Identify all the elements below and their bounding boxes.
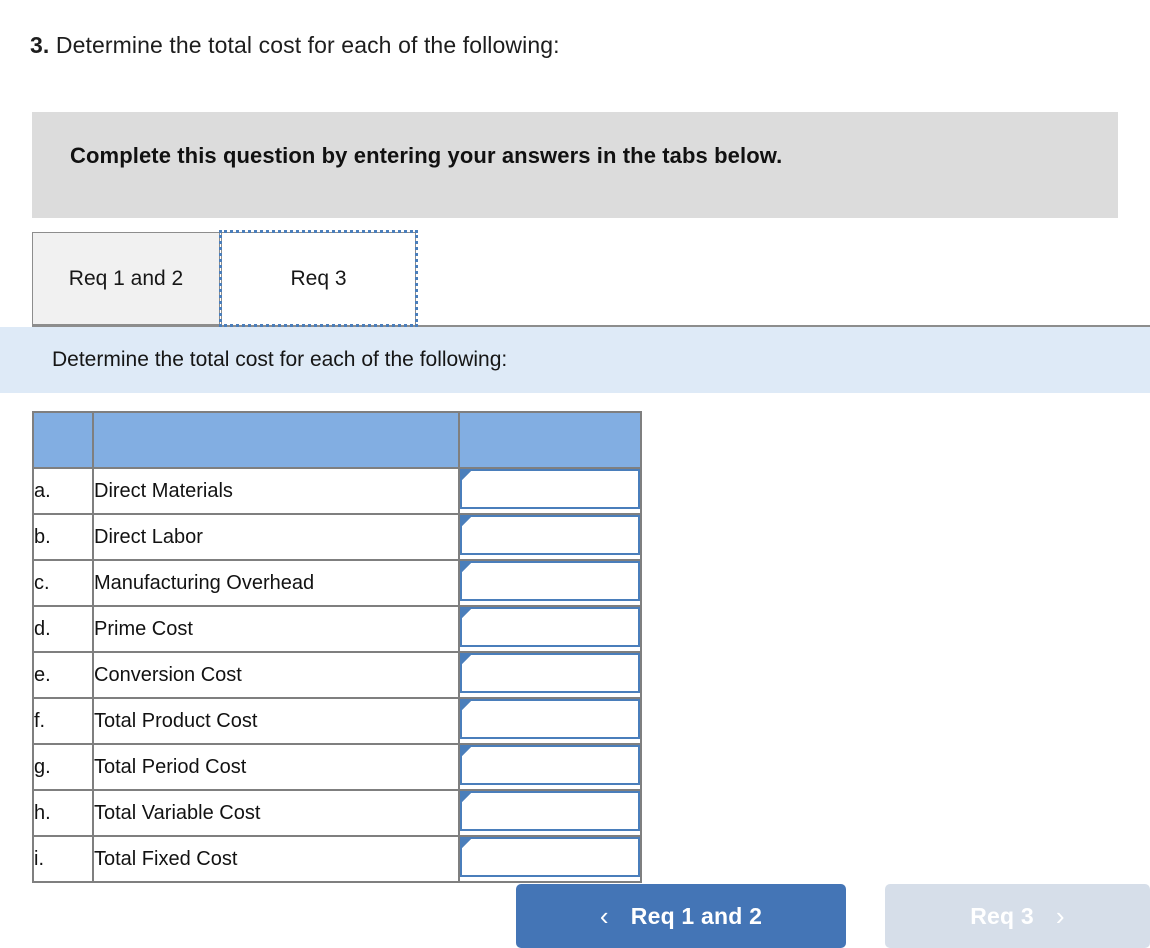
row-label-conversion-cost: Conversion Cost [92, 651, 460, 699]
row-label-prime-cost: Prime Cost [92, 605, 460, 653]
row-letter-c: c. [32, 559, 94, 607]
answer-input-e[interactable] [460, 653, 640, 693]
chevron-right-icon: › [1055, 901, 1065, 931]
answer-table-head [32, 411, 642, 469]
table-row: a. Direct Materials [32, 467, 642, 515]
answer-input-h[interactable] [460, 791, 640, 831]
row-amount-cell-i [458, 835, 642, 883]
table-row: i. Total Fixed Cost [32, 835, 642, 883]
row-letter-b: b. [32, 513, 94, 561]
row-amount-cell-e [458, 651, 642, 699]
table-row: d. Prime Cost [32, 605, 642, 653]
instruction-banner: Complete this question by entering your … [32, 112, 1118, 218]
navigation-bar: ‹ Req 1 and 2 Req 3 › [0, 884, 1150, 948]
requirement-instruction-bar: Determine the total cost for each of the… [0, 327, 1150, 393]
next-req-button[interactable]: Req 3 › [885, 884, 1150, 948]
input-wrapper-e [460, 653, 640, 697]
next-req-button-label: Req 3 [970, 902, 1034, 929]
tab-req-3-label: Req 3 [290, 266, 347, 290]
row-label-direct-labor: Direct Labor [92, 513, 460, 561]
row-letter-d: d. [32, 605, 94, 653]
input-wrapper-f [460, 699, 640, 743]
row-letter-h: h. [32, 789, 94, 837]
chevron-left-icon: ‹ [599, 901, 609, 931]
prev-req-button[interactable]: ‹ Req 1 and 2 [516, 884, 846, 948]
table-row: b. Direct Labor [32, 513, 642, 561]
row-letter-f: f. [32, 697, 94, 745]
table-row: g. Total Period Cost [32, 743, 642, 791]
tab-req-3[interactable]: Req 3 [221, 232, 416, 325]
row-amount-cell-c [458, 559, 642, 607]
table-row: f. Total Product Cost [32, 697, 642, 745]
row-amount-cell-g [458, 743, 642, 791]
question-text: Determine the total cost for each of the… [55, 32, 560, 58]
tab-bar: Req 1 and 2 Req 3 [0, 230, 1150, 328]
input-wrapper-b [460, 515, 640, 559]
row-letter-a: a. [32, 467, 94, 515]
row-amount-cell-a [458, 467, 642, 515]
answer-input-i[interactable] [460, 837, 640, 877]
answer-table: a. Direct Materials b. Direct Labor c. M… [32, 411, 642, 883]
input-wrapper-i [460, 837, 640, 881]
answer-input-c[interactable] [460, 561, 640, 601]
page-title: 3. Determine the total cost for each of … [30, 30, 560, 60]
answer-table-body: a. Direct Materials b. Direct Labor c. M… [32, 467, 642, 883]
header-cell-amount [458, 411, 642, 469]
row-label-total-period-cost: Total Period Cost [92, 743, 460, 791]
table-header-row [32, 411, 642, 469]
tab-req-1-and-2[interactable]: Req 1 and 2 [32, 232, 220, 325]
instruction-banner-text: Complete this question by entering your … [70, 143, 783, 168]
input-wrapper-h [460, 791, 640, 835]
answer-input-g[interactable] [460, 745, 640, 785]
row-letter-e: e. [32, 651, 94, 699]
requirement-instruction-text: Determine the total cost for each of the… [52, 348, 508, 371]
input-wrapper-d [460, 607, 640, 651]
row-label-manufacturing-overhead: Manufacturing Overhead [92, 559, 460, 607]
row-amount-cell-b [458, 513, 642, 561]
header-cell-label [92, 411, 460, 469]
table-row: c. Manufacturing Overhead [32, 559, 642, 607]
question-number: 3. [30, 32, 50, 58]
answer-input-d[interactable] [460, 607, 640, 647]
input-wrapper-g [460, 745, 640, 789]
header-cell-letter [32, 411, 94, 469]
prev-req-button-label: Req 1 and 2 [630, 902, 763, 929]
row-label-direct-materials: Direct Materials [92, 467, 460, 515]
tab-req-1-and-2-label: Req 1 and 2 [68, 266, 184, 290]
input-wrapper-c [460, 561, 640, 605]
row-label-total-variable-cost: Total Variable Cost [92, 789, 460, 837]
row-label-total-product-cost: Total Product Cost [92, 697, 460, 745]
row-label-total-fixed-cost: Total Fixed Cost [92, 835, 460, 883]
row-letter-g: g. [32, 743, 94, 791]
row-amount-cell-h [458, 789, 642, 837]
input-wrapper-a [460, 469, 640, 513]
answer-input-f[interactable] [460, 699, 640, 739]
row-letter-i: i. [32, 835, 94, 883]
table-row: e. Conversion Cost [32, 651, 642, 699]
row-amount-cell-d [458, 605, 642, 653]
answer-input-b[interactable] [460, 515, 640, 555]
table-row: h. Total Variable Cost [32, 789, 642, 837]
row-amount-cell-f [458, 697, 642, 745]
answer-input-a[interactable] [460, 469, 640, 509]
